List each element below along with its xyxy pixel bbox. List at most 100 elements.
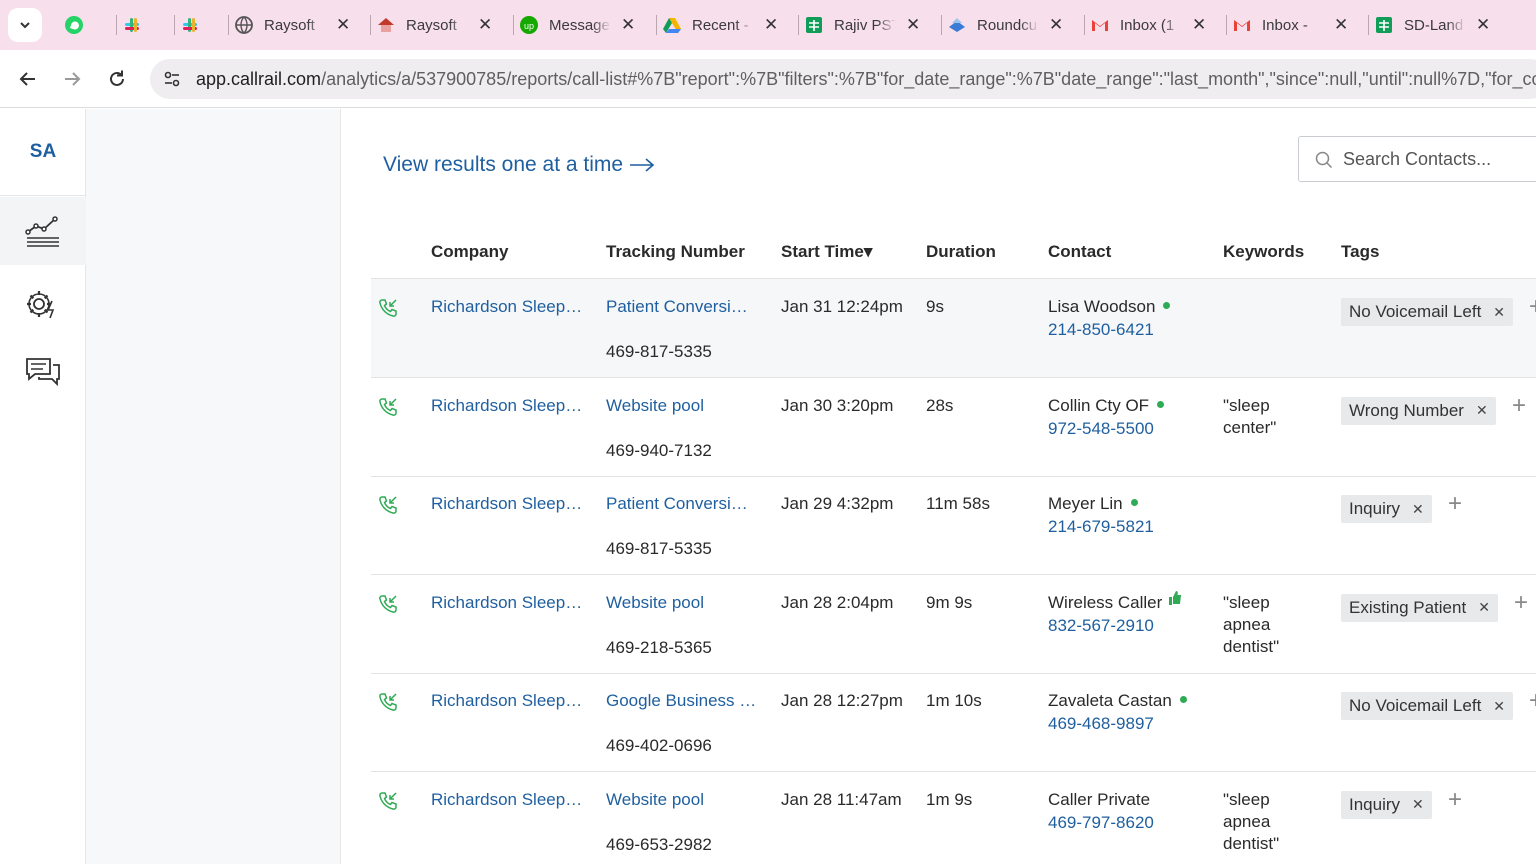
company-link[interactable]: Richardson Sleep… xyxy=(431,297,582,317)
company-link[interactable]: Richardson Sleep… xyxy=(431,494,582,514)
contact-name-wrap[interactable]: Caller Private xyxy=(1048,790,1150,810)
add-tag-icon[interactable]: + xyxy=(1529,687,1536,715)
tracking-source-link[interactable]: Patient Conversi… xyxy=(606,297,748,317)
nav-messages[interactable] xyxy=(0,338,86,406)
contact-name-wrap[interactable]: Meyer Lin xyxy=(1048,494,1138,514)
tab-close-icon[interactable]: ✕ xyxy=(764,15,778,35)
settings-gear-icon xyxy=(27,291,55,319)
nav-analytics[interactable] xyxy=(0,197,86,265)
browser-tab[interactable]: Inbox - ✕ xyxy=(1232,6,1348,44)
column-header-duration[interactable]: Duration xyxy=(926,242,996,262)
forward-button[interactable] xyxy=(57,64,87,94)
tab-title: Rajiv PST xyxy=(834,16,896,34)
chevron-down-icon xyxy=(20,22,30,29)
company-link[interactable]: Richardson Sleep… xyxy=(431,593,582,613)
browser-tab[interactable] xyxy=(64,6,84,44)
contact-phone-link[interactable]: 469-797-8620 xyxy=(1048,813,1154,833)
column-header-keywords[interactable]: Keywords xyxy=(1223,242,1304,262)
browser-tab[interactable]: Raysoft ✕ xyxy=(234,6,350,44)
table-row[interactable]: Richardson Sleep… Patient Conversi… 469-81… xyxy=(371,476,1536,575)
tracking-source-link[interactable]: Website pool xyxy=(606,593,704,613)
inbound-call-icon xyxy=(379,594,397,613)
tab-close-icon[interactable]: ✕ xyxy=(336,15,350,35)
inbound-call-icon xyxy=(379,299,397,317)
tracking-source-link[interactable]: Website pool xyxy=(606,396,704,416)
contact-name-wrap[interactable]: Zavaleta Castan xyxy=(1048,691,1187,711)
tracking-source-link[interactable]: Website pool xyxy=(606,790,704,810)
company-link[interactable]: Richardson Sleep… xyxy=(431,691,582,711)
back-button[interactable] xyxy=(13,64,43,94)
tab-search-button[interactable] xyxy=(8,8,42,42)
tag-label: Inquiry xyxy=(1349,499,1401,518)
contact-phone-link[interactable]: 469-468-9897 xyxy=(1048,714,1154,734)
browser-tab[interactable]: Raysoft ✕ xyxy=(376,6,492,44)
tracking-number: 469-402-0696 xyxy=(606,736,712,755)
browser-tab[interactable]: Roundcu ✕ xyxy=(947,6,1063,44)
remove-tag-icon[interactable]: ✕ xyxy=(1476,402,1488,419)
browser-tab[interactable]: Recent - ✕ xyxy=(662,6,778,44)
tab-close-icon[interactable]: ✕ xyxy=(1049,15,1063,35)
contact-name-wrap[interactable]: Collin Cty OF xyxy=(1048,396,1165,416)
column-header-company[interactable]: Company xyxy=(431,242,508,262)
contact-phone-link[interactable]: 214-850-6421 xyxy=(1048,320,1154,340)
browser-tab[interactable]: Rajiv PST ✕ xyxy=(804,6,920,44)
remove-tag-icon[interactable]: ✕ xyxy=(1493,698,1505,715)
browser-tab[interactable]: SD-Land ✕ xyxy=(1374,6,1490,44)
table-row[interactable]: Richardson Sleep… Patient Conversi… 469-81… xyxy=(371,279,1536,378)
column-header-tracking-number[interactable]: Tracking Number xyxy=(606,242,745,262)
browser-tab[interactable]: Inbox (1 ✕ xyxy=(1090,6,1206,44)
column-header-contact[interactable]: Contact xyxy=(1048,242,1111,262)
duration: 1m 9s xyxy=(926,789,973,809)
url-host: app.callrail.com xyxy=(196,69,322,89)
remove-tag-icon[interactable]: ✕ xyxy=(1493,304,1505,321)
contact-phone-link[interactable]: 972-548-5500 xyxy=(1048,419,1154,439)
contact-phone-link[interactable]: 214-679-5821 xyxy=(1048,517,1154,537)
add-tag-icon[interactable]: + xyxy=(1529,293,1536,321)
search-contacts-input[interactable] xyxy=(1343,146,1536,172)
contact-name-wrap[interactable]: Wireless Caller xyxy=(1048,590,1182,614)
tab-close-icon[interactable]: ✕ xyxy=(1192,15,1206,35)
thumbs-up-icon xyxy=(1168,590,1182,611)
url-text[interactable]: app.callrail.com/analytics/a/537900785/r… xyxy=(196,69,1536,90)
account-avatar[interactable]: SA xyxy=(0,109,86,196)
table-row[interactable]: Richardson Sleep… Website pool 469-218-536… xyxy=(371,575,1536,674)
keywords: "sleep apnea dentist" xyxy=(1223,592,1280,656)
search-contacts[interactable] xyxy=(1298,136,1536,182)
table-row[interactable]: Richardson Sleep… Website pool 469-940-713… xyxy=(371,378,1536,477)
browser-tab[interactable]: up Message ✕ xyxy=(519,6,635,44)
tab-close-icon[interactable]: ✕ xyxy=(1334,15,1348,35)
company-link[interactable]: Richardson Sleep… xyxy=(431,790,582,810)
tab-close-icon[interactable]: ✕ xyxy=(478,15,492,35)
view-results-one-at-a-time-link[interactable]: View results one at a time xyxy=(383,153,655,177)
tab-separator xyxy=(941,15,942,35)
add-tag-icon[interactable]: + xyxy=(1514,589,1528,617)
nav-settings[interactable] xyxy=(0,270,86,338)
remove-tag-icon[interactable]: ✕ xyxy=(1412,501,1424,518)
remove-tag-icon[interactable]: ✕ xyxy=(1478,599,1490,616)
table-row[interactable]: Richardson Sleep… Google Business … 469-40… xyxy=(371,673,1536,772)
tab-separator xyxy=(513,15,514,35)
column-header-start-time[interactable]: Start Time▾ xyxy=(781,242,872,262)
contact-name-wrap[interactable]: Lisa Woodson xyxy=(1048,297,1171,317)
reload-button[interactable] xyxy=(102,64,132,94)
messages-icon xyxy=(26,358,60,387)
site-info-icon[interactable] xyxy=(162,69,182,89)
company-link[interactable]: Richardson Sleep… xyxy=(431,396,582,416)
browser-tab[interactable] xyxy=(122,6,142,44)
browser-tab[interactable] xyxy=(180,6,200,44)
table-row[interactable]: Richardson Sleep… Website pool 469-653-298… xyxy=(371,772,1536,864)
remove-tag-icon[interactable]: ✕ xyxy=(1412,796,1424,813)
address-bar[interactable]: app.callrail.com/analytics/a/537900785/r… xyxy=(150,59,1536,99)
tracking-source-link[interactable]: Patient Conversi… xyxy=(606,494,748,514)
tracking-source-link[interactable]: Google Business … xyxy=(606,691,756,711)
tab-close-icon[interactable]: ✕ xyxy=(1476,15,1490,35)
tab-close-icon[interactable]: ✕ xyxy=(906,15,920,35)
column-header-tags[interactable]: Tags xyxy=(1341,242,1379,262)
add-tag-icon[interactable]: + xyxy=(1448,786,1462,814)
tab-close-icon[interactable]: ✕ xyxy=(621,15,635,35)
contact-phone-link[interactable]: 832-567-2910 xyxy=(1048,616,1154,636)
online-status-dot xyxy=(1179,696,1187,704)
add-tag-icon[interactable]: + xyxy=(1448,490,1462,518)
add-tag-icon[interactable]: + xyxy=(1512,392,1526,420)
tab-title: Raysoft xyxy=(406,16,457,34)
